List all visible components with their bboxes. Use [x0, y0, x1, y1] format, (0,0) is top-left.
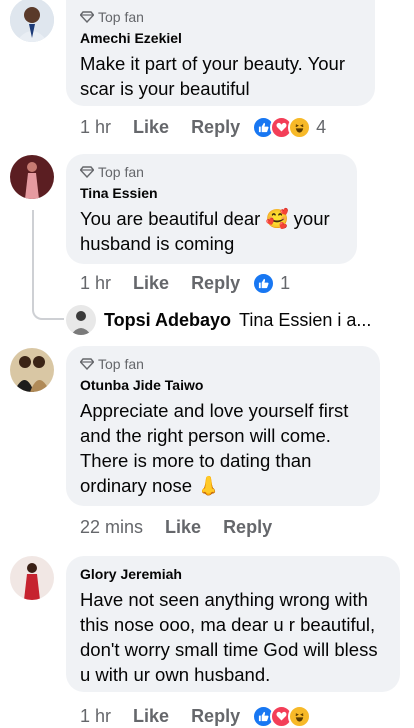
top-fan-label: Top fan — [98, 164, 144, 180]
comment-text: You are beautiful dear 🥰 your husband is… — [80, 208, 330, 254]
comment-time[interactable]: 22 mins — [80, 517, 143, 538]
like-button[interactable]: Like — [133, 706, 169, 727]
reaction-count: 1 — [280, 272, 291, 293]
top-fan-badge: Top fan — [80, 163, 343, 181]
comment-text: Appreciate and love yourself first and t… — [80, 400, 349, 496]
comment-actions: 1 hr Like Reply 4 — [80, 115, 326, 139]
reaction-count: 4 — [316, 116, 327, 137]
reply-preview[interactable]: Topsi Adebayo Tina Essien i a... — [66, 305, 371, 335]
comment-author[interactable]: Tina Essien — [80, 185, 343, 202]
diamond-icon — [80, 358, 94, 370]
reply-button[interactable]: Reply — [191, 273, 240, 294]
like-button[interactable]: Like — [165, 517, 201, 538]
diamond-icon — [80, 166, 94, 178]
comment-actions: 22 mins Like Reply — [80, 515, 272, 539]
comment-time[interactable]: 1 hr — [80, 117, 111, 138]
like-button[interactable]: Like — [133, 273, 169, 294]
comment-actions: 1 hr Like Reply — [80, 704, 312, 728]
top-fan-label: Top fan — [98, 9, 144, 25]
reactions[interactable]: 4 — [252, 115, 327, 139]
reply-button[interactable]: Reply — [191, 706, 240, 727]
comment-bubble: Top fan Amechi Ezekiel Make it part of y… — [66, 0, 375, 106]
comment-author[interactable]: Glory Jeremiah — [80, 566, 386, 583]
reply-connector — [32, 210, 64, 320]
top-fan-label: Top fan — [98, 356, 144, 372]
reactions[interactable] — [252, 704, 312, 728]
top-fan-badge: Top fan — [80, 355, 366, 373]
comment-text: Make it part of your beauty. Your scar i… — [80, 53, 345, 99]
comment-bubble: Glory Jeremiah Have not seen anything wr… — [66, 556, 400, 692]
comment-author[interactable]: Otunba Jide Taiwo — [80, 377, 366, 394]
comment-author[interactable]: Amechi Ezekiel — [80, 30, 361, 47]
reply-button[interactable]: Reply — [223, 517, 272, 538]
reply-author[interactable]: Topsi Adebayo — [104, 310, 231, 331]
haha-icon — [288, 115, 312, 139]
comment-bubble: Top fan Tina Essien You are beautiful de… — [66, 154, 357, 264]
comment-text: Have not seen anything wrong with this n… — [80, 589, 378, 685]
like-button[interactable]: Like — [133, 117, 169, 138]
top-fan-badge: Top fan — [80, 8, 361, 26]
haha-icon — [288, 704, 312, 728]
avatar — [66, 305, 96, 335]
avatar[interactable] — [10, 155, 54, 199]
diamond-icon — [80, 11, 94, 23]
reply-button[interactable]: Reply — [191, 117, 240, 138]
comment-time[interactable]: 1 hr — [80, 273, 111, 294]
avatar[interactable] — [10, 0, 54, 42]
comment-bubble: Top fan Otunba Jide Taiwo Appreciate and… — [66, 346, 380, 506]
comment-actions: 1 hr Like Reply 1 — [80, 271, 290, 295]
like-icon — [252, 271, 276, 295]
reactions[interactable]: 1 — [252, 271, 291, 295]
comment-time[interactable]: 1 hr — [80, 706, 111, 727]
avatar[interactable] — [10, 348, 54, 392]
avatar[interactable] — [10, 556, 54, 600]
reply-text: Tina Essien i a... — [239, 309, 372, 330]
